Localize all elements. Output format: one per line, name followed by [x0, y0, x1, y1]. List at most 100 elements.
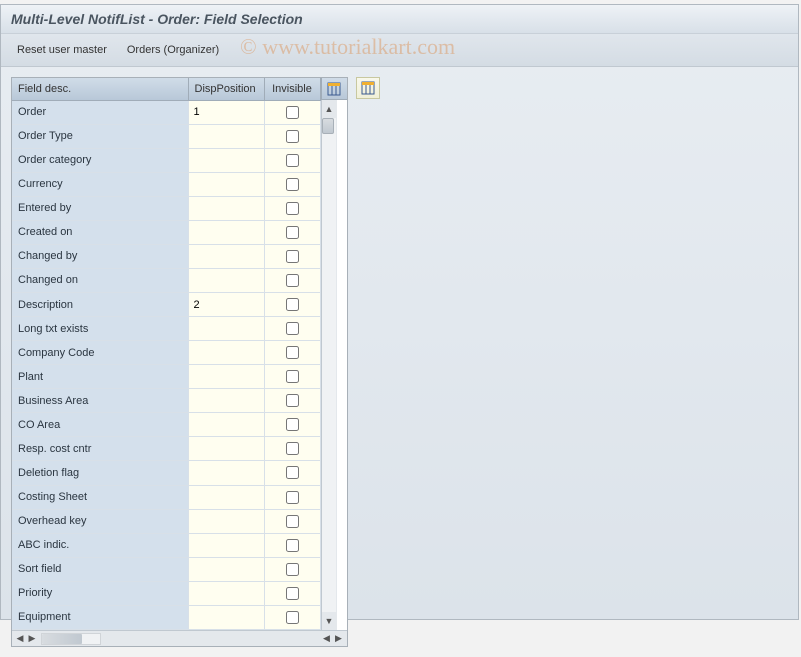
field-desc-cell: Overhead key: [12, 510, 188, 533]
table-row: Company Code: [12, 341, 320, 365]
table-row: Changed on: [12, 268, 320, 292]
field-desc-cell: CO Area: [12, 413, 188, 436]
disp-position-input[interactable]: [189, 149, 264, 172]
table-row: Resp. cost cntr: [12, 437, 320, 461]
field-selection-table: Field desc. DispPosition Invisible Order…: [12, 78, 321, 630]
invisible-checkbox[interactable]: [286, 130, 299, 143]
invisible-checkbox[interactable]: [286, 178, 299, 191]
window-title: Multi-Level NotifList - Order: Field Sel…: [11, 11, 303, 27]
table-config-icon: [327, 82, 341, 96]
disp-position-input[interactable]: [189, 197, 264, 220]
field-desc-cell: Order category: [12, 149, 188, 172]
disp-position-input[interactable]: [189, 341, 264, 364]
table-row: Priority: [12, 581, 320, 605]
header-invisible[interactable]: Invisible: [264, 78, 320, 100]
invisible-checkbox[interactable]: [286, 563, 299, 576]
invisible-checkbox[interactable]: [286, 154, 299, 167]
invisible-checkbox[interactable]: [286, 491, 299, 504]
table-row: CO Area: [12, 413, 320, 437]
table-row: Entered by: [12, 196, 320, 220]
invisible-checkbox[interactable]: [286, 539, 299, 552]
invisible-checkbox[interactable]: [286, 515, 299, 528]
scroll-left-arrow-icon-2[interactable]: ◀: [321, 633, 333, 645]
invisible-checkbox[interactable]: [286, 202, 299, 215]
scroll-right-arrow-icon-2[interactable]: ▶: [333, 633, 345, 645]
invisible-checkbox[interactable]: [286, 466, 299, 479]
table-row: Sort field: [12, 557, 320, 581]
field-desc-cell: Priority: [12, 582, 188, 605]
disp-position-input[interactable]: [189, 413, 264, 436]
disp-position-input[interactable]: [189, 365, 264, 388]
disp-position-input[interactable]: [189, 534, 264, 557]
table-row: Business Area: [12, 389, 320, 413]
field-desc-cell: Plant: [12, 365, 188, 388]
scroll-down-arrow-icon[interactable]: ▼: [323, 615, 335, 627]
disp-position-input[interactable]: [189, 461, 264, 484]
toolbar: Reset user master Orders (Organizer): [1, 34, 798, 67]
table-row: Order category: [12, 148, 320, 172]
disp-position-input[interactable]: [189, 437, 264, 460]
scroll-up-arrow-icon[interactable]: ▲: [323, 103, 335, 115]
content-area: Field desc. DispPosition Invisible Order…: [1, 67, 798, 657]
table-row: Currency: [12, 172, 320, 196]
vertical-scrollbar[interactable]: ▲ ▼: [321, 100, 337, 630]
field-desc-cell: Description: [12, 293, 188, 316]
disp-position-input[interactable]: [189, 582, 264, 605]
header-disp-position[interactable]: DispPosition: [188, 78, 264, 100]
invisible-checkbox[interactable]: [286, 322, 299, 335]
disp-position-input[interactable]: [189, 245, 264, 268]
invisible-checkbox[interactable]: [286, 274, 299, 287]
vscroll-track[interactable]: [322, 118, 336, 612]
field-desc-cell: Company Code: [12, 341, 188, 364]
table-row: Changed by: [12, 244, 320, 268]
disp-position-input[interactable]: [189, 389, 264, 412]
disp-position-input[interactable]: [189, 125, 264, 148]
invisible-checkbox[interactable]: [286, 250, 299, 263]
table-config-icon: [361, 81, 375, 95]
invisible-checkbox[interactable]: [286, 611, 299, 624]
invisible-checkbox[interactable]: [286, 418, 299, 431]
field-desc-cell: Order Type: [12, 125, 188, 148]
table-row: Description: [12, 293, 320, 317]
scroll-left-arrow-icon[interactable]: ◀: [14, 633, 26, 645]
disp-position-input[interactable]: [189, 101, 264, 124]
reset-user-master-button[interactable]: Reset user master: [13, 42, 111, 58]
table-row: Order Type: [12, 124, 320, 148]
field-desc-cell: Changed by: [12, 245, 188, 268]
disp-position-input[interactable]: [189, 486, 264, 509]
disp-position-input[interactable]: [189, 173, 264, 196]
configure-columns-button[interactable]: [356, 77, 380, 99]
invisible-checkbox[interactable]: [286, 346, 299, 359]
invisible-checkbox[interactable]: [286, 394, 299, 407]
table-row: Order: [12, 100, 320, 124]
hscroll-thumb[interactable]: [42, 634, 82, 644]
disp-position-input[interactable]: [189, 510, 264, 533]
invisible-checkbox[interactable]: [286, 298, 299, 311]
field-desc-cell: Long txt exists: [12, 317, 188, 340]
invisible-checkbox[interactable]: [286, 587, 299, 600]
table-row: Overhead key: [12, 509, 320, 533]
disp-position-input[interactable]: [189, 317, 264, 340]
disp-position-input[interactable]: [189, 293, 264, 316]
header-field-desc[interactable]: Field desc.: [12, 78, 188, 100]
disp-position-input[interactable]: [189, 558, 264, 581]
invisible-checkbox[interactable]: [286, 226, 299, 239]
app-window: Multi-Level NotifList - Order: Field Sel…: [0, 4, 799, 620]
disp-position-input[interactable]: [189, 221, 264, 244]
side-config-panel: [354, 77, 382, 647]
invisible-checkbox[interactable]: [286, 442, 299, 455]
scroll-right-arrow-icon[interactable]: ▶: [26, 633, 38, 645]
hscroll-track-left[interactable]: [41, 633, 101, 645]
table-row: Costing Sheet: [12, 485, 320, 509]
disp-position-input[interactable]: [189, 269, 264, 292]
field-desc-cell: Sort field: [12, 558, 188, 581]
vscroll-thumb[interactable]: [322, 118, 334, 134]
field-desc-cell: Resp. cost cntr: [12, 437, 188, 460]
field-desc-cell: Deletion flag: [12, 461, 188, 484]
orders-organizer-button[interactable]: Orders (Organizer): [123, 42, 223, 58]
invisible-checkbox[interactable]: [286, 370, 299, 383]
table-settings-corner[interactable]: [321, 78, 347, 100]
invisible-checkbox[interactable]: [286, 106, 299, 119]
field-desc-cell: Currency: [12, 173, 188, 196]
horizontal-scrollbar[interactable]: ◀ ▶ ◀ ▶: [12, 630, 347, 646]
